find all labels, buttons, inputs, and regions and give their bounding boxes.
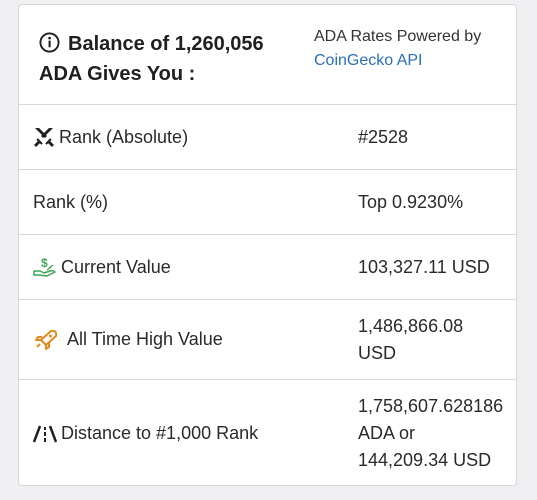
- rank-absolute-value: #2528: [358, 126, 409, 147]
- svg-text:$: $: [41, 256, 48, 270]
- all-time-high-value-line1: 1,486,866.08: [358, 315, 464, 336]
- balance-title-line1: Balance of 1,260,056: [68, 33, 264, 55]
- rates-credit: ADA Rates Powered by CoinGecko API: [314, 25, 514, 73]
- all-time-high-value: 1,486,866.08 USD: [358, 313, 463, 367]
- row-rank-absolute: Rank (Absolute) #2528: [19, 105, 516, 170]
- current-value-label: Current Value: [61, 256, 171, 277]
- money-hand-icon: $: [33, 256, 56, 277]
- all-time-high-label: All Time High Value: [67, 329, 223, 349]
- card-header: Balance of 1,260,056 ADA Gives You : ADA…: [19, 5, 516, 105]
- balance-title: Balance of 1,260,056 ADA Gives You :: [39, 29, 299, 89]
- row-current-value: $ Current Value 103,327.11 USD: [19, 235, 516, 300]
- road-icon: [33, 425, 57, 442]
- distance-value-line1: 1,758,607.628186: [358, 396, 504, 416]
- row-all-time-high: All Time High Value 1,486,866.08 USD: [19, 300, 516, 380]
- row-distance-to-rank: Distance to #1,000 Rank 1,758,607.628186…: [19, 380, 516, 485]
- row-rank-percent: Rank (%) Top 0.9230%: [19, 170, 516, 235]
- distance-value-line3: 144,209.34 USD: [358, 450, 492, 470]
- info-icon: [39, 32, 60, 53]
- distance-value-line2: ADA or: [358, 423, 416, 443]
- rank-percent-label: Rank (%): [33, 191, 109, 212]
- crossed-swords-icon: [34, 128, 54, 147]
- balance-card: Balance of 1,260,056 ADA Gives You : ADA…: [18, 4, 517, 486]
- rocket-icon: [35, 329, 58, 350]
- rank-absolute-label: Rank (Absolute): [59, 126, 189, 147]
- all-time-high-value-line2: USD: [358, 342, 397, 363]
- rank-percent-value: Top 0.9230%: [358, 191, 464, 212]
- distance-value: 1,758,607.628186 ADA or 144,209.34 USD: [358, 393, 503, 474]
- coingecko-link[interactable]: CoinGecko API: [314, 52, 423, 69]
- current-value-value: 103,327.11 USD: [358, 256, 490, 277]
- balance-title-line2: ADA Gives You :: [39, 63, 196, 85]
- rates-text: ADA Rates Powered by: [314, 28, 482, 45]
- distance-label: Distance to #1,000 Rank: [61, 423, 259, 443]
